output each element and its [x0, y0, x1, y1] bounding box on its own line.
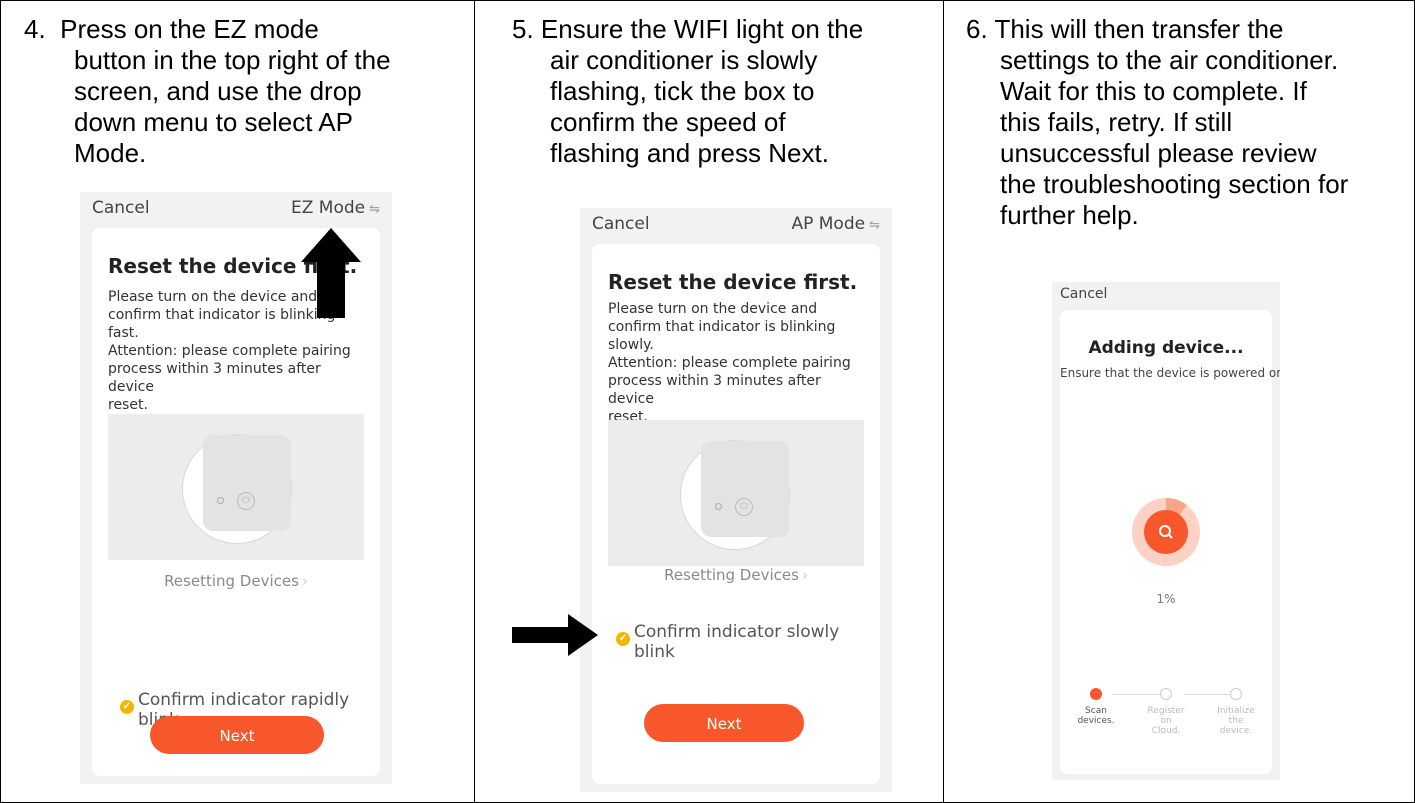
- stage-scan-devices: Scan devices.: [1068, 688, 1124, 726]
- card-body: Please turn on the device and confirm th…: [608, 301, 851, 425]
- phone-screenshot-adding-device: Cancel Adding device... Ensure that the …: [1052, 282, 1280, 780]
- search-icon: [1159, 525, 1173, 539]
- step-text-line: Mode.: [74, 138, 147, 168]
- next-button[interactable]: Next: [150, 716, 324, 754]
- step-text-line: Press on the EZ mode: [60, 14, 319, 44]
- resetting-devices-link[interactable]: Resetting Devices ›: [92, 572, 380, 590]
- instruction-step-6: 6. This will then transfer the settings …: [966, 14, 1348, 231]
- step-number: 4.: [24, 14, 46, 44]
- chevron-right-icon: ›: [801, 566, 808, 584]
- top-bar: Cancel: [1052, 282, 1280, 308]
- step-number: 5.: [512, 14, 534, 44]
- power-icon: ⏻: [735, 498, 753, 516]
- device-illustration: ⏻: [608, 420, 864, 566]
- instruction-step-5: 5. Ensure the WIFI light on the air cond…: [512, 14, 863, 169]
- card-title: Reset the device first.: [608, 270, 858, 294]
- adding-subtitle: Ensure that the device is powered on.: [1060, 366, 1280, 380]
- power-icon: ⏻: [237, 492, 255, 510]
- progress-percent: 1%: [1156, 592, 1176, 606]
- step-text-line: air conditioner is slowly: [550, 45, 818, 75]
- cancel-button[interactable]: Cancel: [1060, 286, 1107, 302]
- adding-title: Adding device...: [1088, 338, 1244, 358]
- device-illustration: ⏻: [108, 414, 364, 560]
- mode-switch-button[interactable]: AP Mode ⇋: [791, 214, 880, 234]
- step-text-line: This will then transfer the: [994, 14, 1284, 44]
- adding-card: Adding device... Ensure that the device …: [1060, 310, 1280, 774]
- step-text-line: further help.: [1000, 200, 1139, 230]
- step-text-line: down menu to select AP: [74, 107, 353, 137]
- step-text-line: confirm the speed of: [550, 107, 786, 137]
- step-text-line: this fails, retry. If still: [1000, 107, 1233, 137]
- column-divider: [474, 1, 475, 802]
- mode-label: AP Mode: [791, 214, 866, 234]
- step-text-line: screen, and use the drop: [74, 76, 362, 106]
- wifi-switch-icon: ⇋: [369, 202, 380, 217]
- top-bar: Cancel AP Mode ⇋: [580, 208, 892, 240]
- next-button[interactable]: Next: [644, 704, 804, 742]
- step-text-line: button in the top right of the: [74, 45, 391, 75]
- mode-switch-button[interactable]: EZ Mode ⇋: [291, 198, 380, 218]
- mode-label: EZ Mode: [290, 198, 366, 218]
- stage-initialize-device: Initialize the device.: [1208, 688, 1264, 736]
- step-text-line: Wait for this to complete. If: [1000, 76, 1307, 106]
- check-icon[interactable]: ✓: [616, 632, 630, 646]
- step-number: 6.: [966, 14, 988, 44]
- check-icon[interactable]: ✓: [120, 700, 134, 714]
- stage-register-cloud: Register on Cloud.: [1138, 688, 1194, 736]
- chevron-right-icon: ›: [301, 572, 308, 590]
- step-text-line: the troubleshooting section for: [1000, 169, 1349, 199]
- column-divider: [943, 1, 944, 802]
- phone-screenshot-ap-mode: Cancel AP Mode ⇋ Reset the device first. …: [580, 208, 892, 792]
- instruction-step-4: 4. Press on the EZ mode button in the to…: [24, 14, 391, 169]
- resetting-devices-link[interactable]: Resetting Devices ›: [592, 566, 880, 584]
- step-text-line: Ensure the WIFI light on the: [540, 14, 864, 44]
- cancel-button[interactable]: Cancel: [592, 214, 650, 234]
- arrow-right-icon: [512, 614, 598, 656]
- wifi-switch-icon: ⇋: [869, 218, 880, 233]
- step-text-line: settings to the air conditioner.: [1000, 45, 1339, 75]
- cancel-button[interactable]: Cancel: [92, 198, 150, 218]
- step-text-line: flashing, tick the box to: [550, 76, 815, 106]
- step-text-line: unsuccessful please review: [1000, 138, 1317, 168]
- arrow-up-icon: [301, 228, 361, 318]
- reset-card: Reset the device first. Please turn on t…: [592, 244, 880, 784]
- top-bar: Cancel EZ Mode ⇋: [80, 192, 392, 224]
- step-text-line: flashing and press Next.: [550, 138, 829, 168]
- confirm-checkbox-label[interactable]: Confirm indicator slowly blink: [634, 622, 839, 662]
